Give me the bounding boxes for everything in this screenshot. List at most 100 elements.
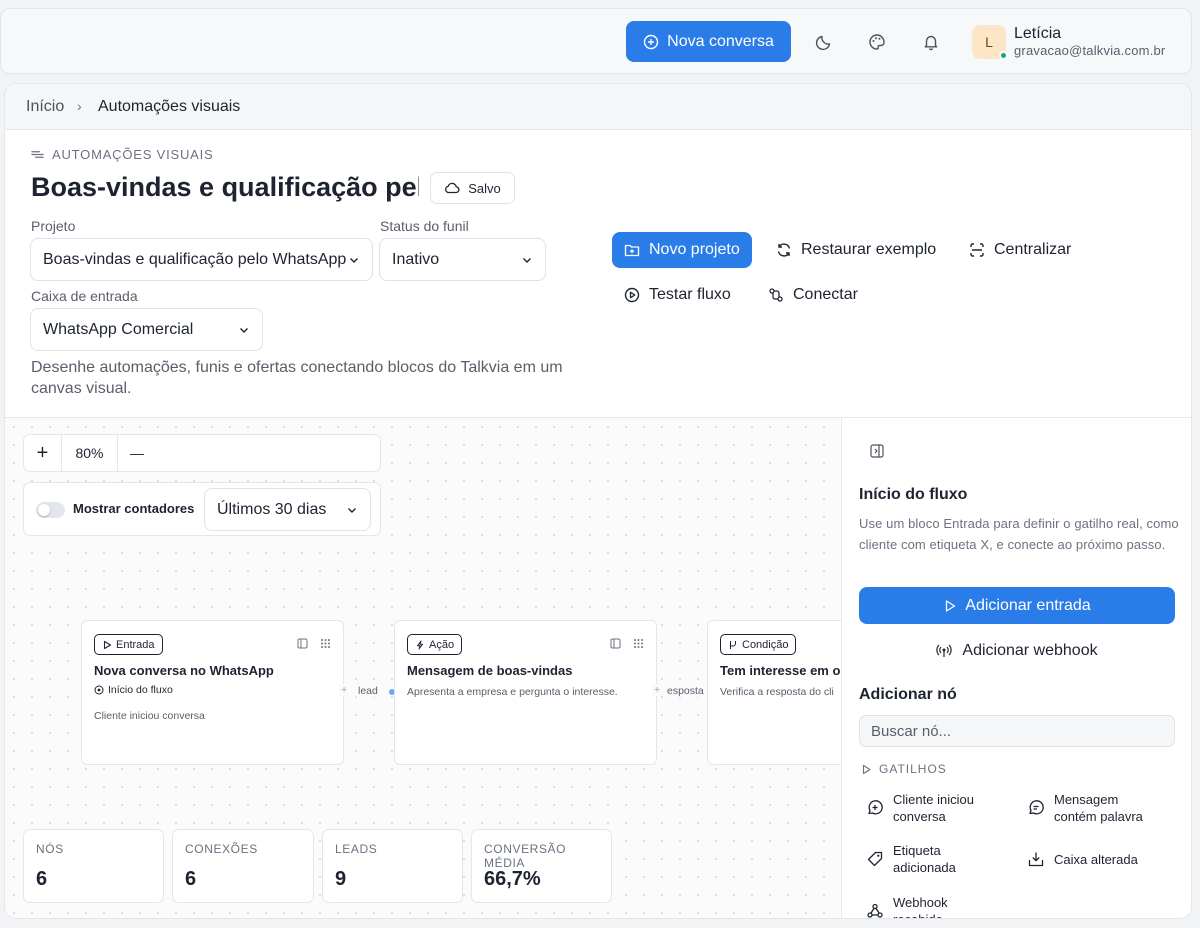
breadcrumb: Início › Automações visuais xyxy=(5,84,1191,130)
plus-circle-icon xyxy=(643,34,659,49)
stat-card-conversion: CONVERSÃO MÉDIA 66,7% xyxy=(471,829,612,903)
stat-value: 9 xyxy=(335,868,347,890)
project-select[interactable]: Boas-vindas e qualificação pelo WhatsApp xyxy=(30,238,373,281)
show-counters-label: Mostrar contadores xyxy=(73,501,195,516)
chevron-down-icon xyxy=(348,508,356,513)
drag-handle-icon[interactable] xyxy=(320,638,331,649)
breadcrumb-home[interactable]: Início xyxy=(26,98,64,116)
project-value: Boas-vindas e qualificação pelo WhatsApp xyxy=(43,250,347,268)
node-description: Cliente iniciou conversa xyxy=(94,710,205,722)
drag-handle-icon[interactable] xyxy=(633,638,644,649)
collapse-panel-button[interactable] xyxy=(870,444,884,458)
chat-plus-icon xyxy=(868,800,883,815)
tag-icon xyxy=(867,851,883,867)
add-node-title: Adicionar nó xyxy=(859,686,957,703)
trigger-label: Webhookrecebido xyxy=(893,895,948,918)
new-project-button[interactable]: Novo projeto xyxy=(612,232,752,268)
connect-icon xyxy=(769,288,783,302)
add-webhook-button[interactable]: Adicionar webhook xyxy=(859,634,1175,668)
stat-value: 66,7% xyxy=(484,868,541,890)
panel-title: Início do fluxo xyxy=(859,486,968,503)
inbox-select[interactable]: WhatsApp Comercial xyxy=(30,308,263,351)
branch-icon xyxy=(730,640,736,649)
node-subtitle-text: Início do fluxo xyxy=(108,684,173,696)
flow-node-action[interactable]: Ação Mensagem de boas-vindas Apresenta a… xyxy=(394,620,657,765)
center-label: Centralizar xyxy=(994,241,1072,258)
zoom-in-button[interactable]: + xyxy=(24,435,62,471)
stat-card-nodes: NÓS 6 xyxy=(23,829,164,903)
inbox-value: WhatsApp Comercial xyxy=(43,320,194,338)
trigger-label: Cliente iniciou conversa xyxy=(893,792,974,824)
bolt-icon xyxy=(417,640,423,649)
period-select[interactable]: Últimos 30 dias xyxy=(204,488,371,531)
play-icon xyxy=(946,599,956,612)
node-title: Tem interesse em or xyxy=(720,663,846,678)
counters-panel: Mostrar contadores Últimos 30 dias xyxy=(23,482,381,536)
node-badge-condition: Condição xyxy=(720,634,797,655)
zoom-out-button[interactable]: — xyxy=(118,435,156,471)
trigger-message-contains[interactable]: Mensagem contém palavra xyxy=(1027,791,1177,825)
main-content: Início › Automações visuais AUTOMAÇÕES V… xyxy=(4,83,1192,919)
test-flow-button[interactable]: Testar fluxo xyxy=(612,277,743,313)
test-flow-label: Testar fluxo xyxy=(649,286,731,303)
section-label-text: AUTOMAÇÕES VISUAIS xyxy=(52,147,214,162)
restore-example-button[interactable]: Restaurar exemplo xyxy=(764,232,948,268)
focus-icon xyxy=(970,243,984,257)
node-badge-action: Ação xyxy=(407,634,463,655)
funnel-status-value: Inativo xyxy=(392,250,440,268)
flow-node-entry[interactable]: Entrada Nova conversa no WhatsApp Início… xyxy=(81,620,344,765)
stat-label: CONVERSÃO MÉDIA xyxy=(484,842,567,870)
trigger-inbox-changed[interactable]: Caixa alterada xyxy=(1027,842,1177,876)
play-circle-icon xyxy=(624,287,640,303)
new-conversation-label: Nova conversa xyxy=(667,32,774,50)
inbox-download-icon xyxy=(1028,852,1044,867)
chevron-down-icon xyxy=(240,328,248,333)
theme-button[interactable] xyxy=(865,30,889,54)
stat-value: 6 xyxy=(185,868,197,890)
trigger-tag-added[interactable]: Etiqueta adicionada xyxy=(866,842,1016,876)
node-search-input[interactable] xyxy=(859,715,1175,747)
user-name: Letícia xyxy=(1014,25,1062,42)
palette-icon xyxy=(869,34,885,50)
edge-add-icon[interactable]: + xyxy=(652,684,663,696)
edge-add-icon[interactable]: + xyxy=(339,684,350,696)
folder-plus-icon xyxy=(624,244,640,257)
edge-label-lead: lead xyxy=(356,685,380,697)
funnel-status-select[interactable]: Inativo xyxy=(379,238,546,281)
period-value: Últimos 30 dias xyxy=(217,500,327,518)
connect-label: Conectar xyxy=(793,286,858,303)
page-title: Boas-vindas e qualificação pelo WhatsApp xyxy=(31,172,419,202)
saved-label: Salvo xyxy=(468,180,501,196)
node-title: Nova conversa no WhatsApp xyxy=(94,663,274,678)
dark-mode-button[interactable] xyxy=(812,30,836,54)
workflow-icon xyxy=(31,151,44,158)
new-conversation-button[interactable]: Nova conversa xyxy=(626,21,791,62)
add-entry-label: Adicionar entrada xyxy=(965,596,1091,614)
edge-label-response: esposta xyxy=(665,685,706,697)
avatar[interactable]: L xyxy=(972,25,1008,60)
target-icon xyxy=(94,685,104,695)
node-title: Mensagem de boas-vindas xyxy=(407,663,573,678)
sidebar-collapse-icon xyxy=(870,444,884,458)
center-button[interactable]: Centralizar xyxy=(957,232,1083,268)
chevron-down-icon xyxy=(523,258,531,263)
stat-label: NÓS xyxy=(36,842,64,856)
trigger-webhook-received[interactable]: Webhookrecebido xyxy=(866,894,1016,918)
show-counters-toggle[interactable] xyxy=(36,502,65,518)
notifications-button[interactable] xyxy=(919,30,943,54)
connect-button[interactable]: Conectar xyxy=(756,277,870,313)
play-icon xyxy=(862,764,871,774)
new-project-label: Novo projeto xyxy=(649,241,740,258)
trigger-label: Etiqueta adicionada xyxy=(893,843,956,875)
node-tools xyxy=(297,638,331,649)
cloud-icon xyxy=(445,182,460,194)
user-email: gravacao@talkvia.com.br xyxy=(1014,43,1166,58)
flow-canvas[interactable]: + 80% — Mostrar contadores Últimos 30 di… xyxy=(5,417,970,918)
saved-status-button[interactable]: Salvo xyxy=(430,172,515,204)
add-entry-button[interactable]: Adicionar entrada xyxy=(859,587,1175,624)
panel-icon[interactable] xyxy=(610,638,621,649)
trigger-conversation-started[interactable]: Cliente iniciou conversa xyxy=(866,791,1016,825)
panel-icon[interactable] xyxy=(297,638,308,649)
node-description: Verifica a resposta do cli xyxy=(720,686,834,698)
stat-card-connections: CONEXÕES 6 xyxy=(172,829,314,903)
